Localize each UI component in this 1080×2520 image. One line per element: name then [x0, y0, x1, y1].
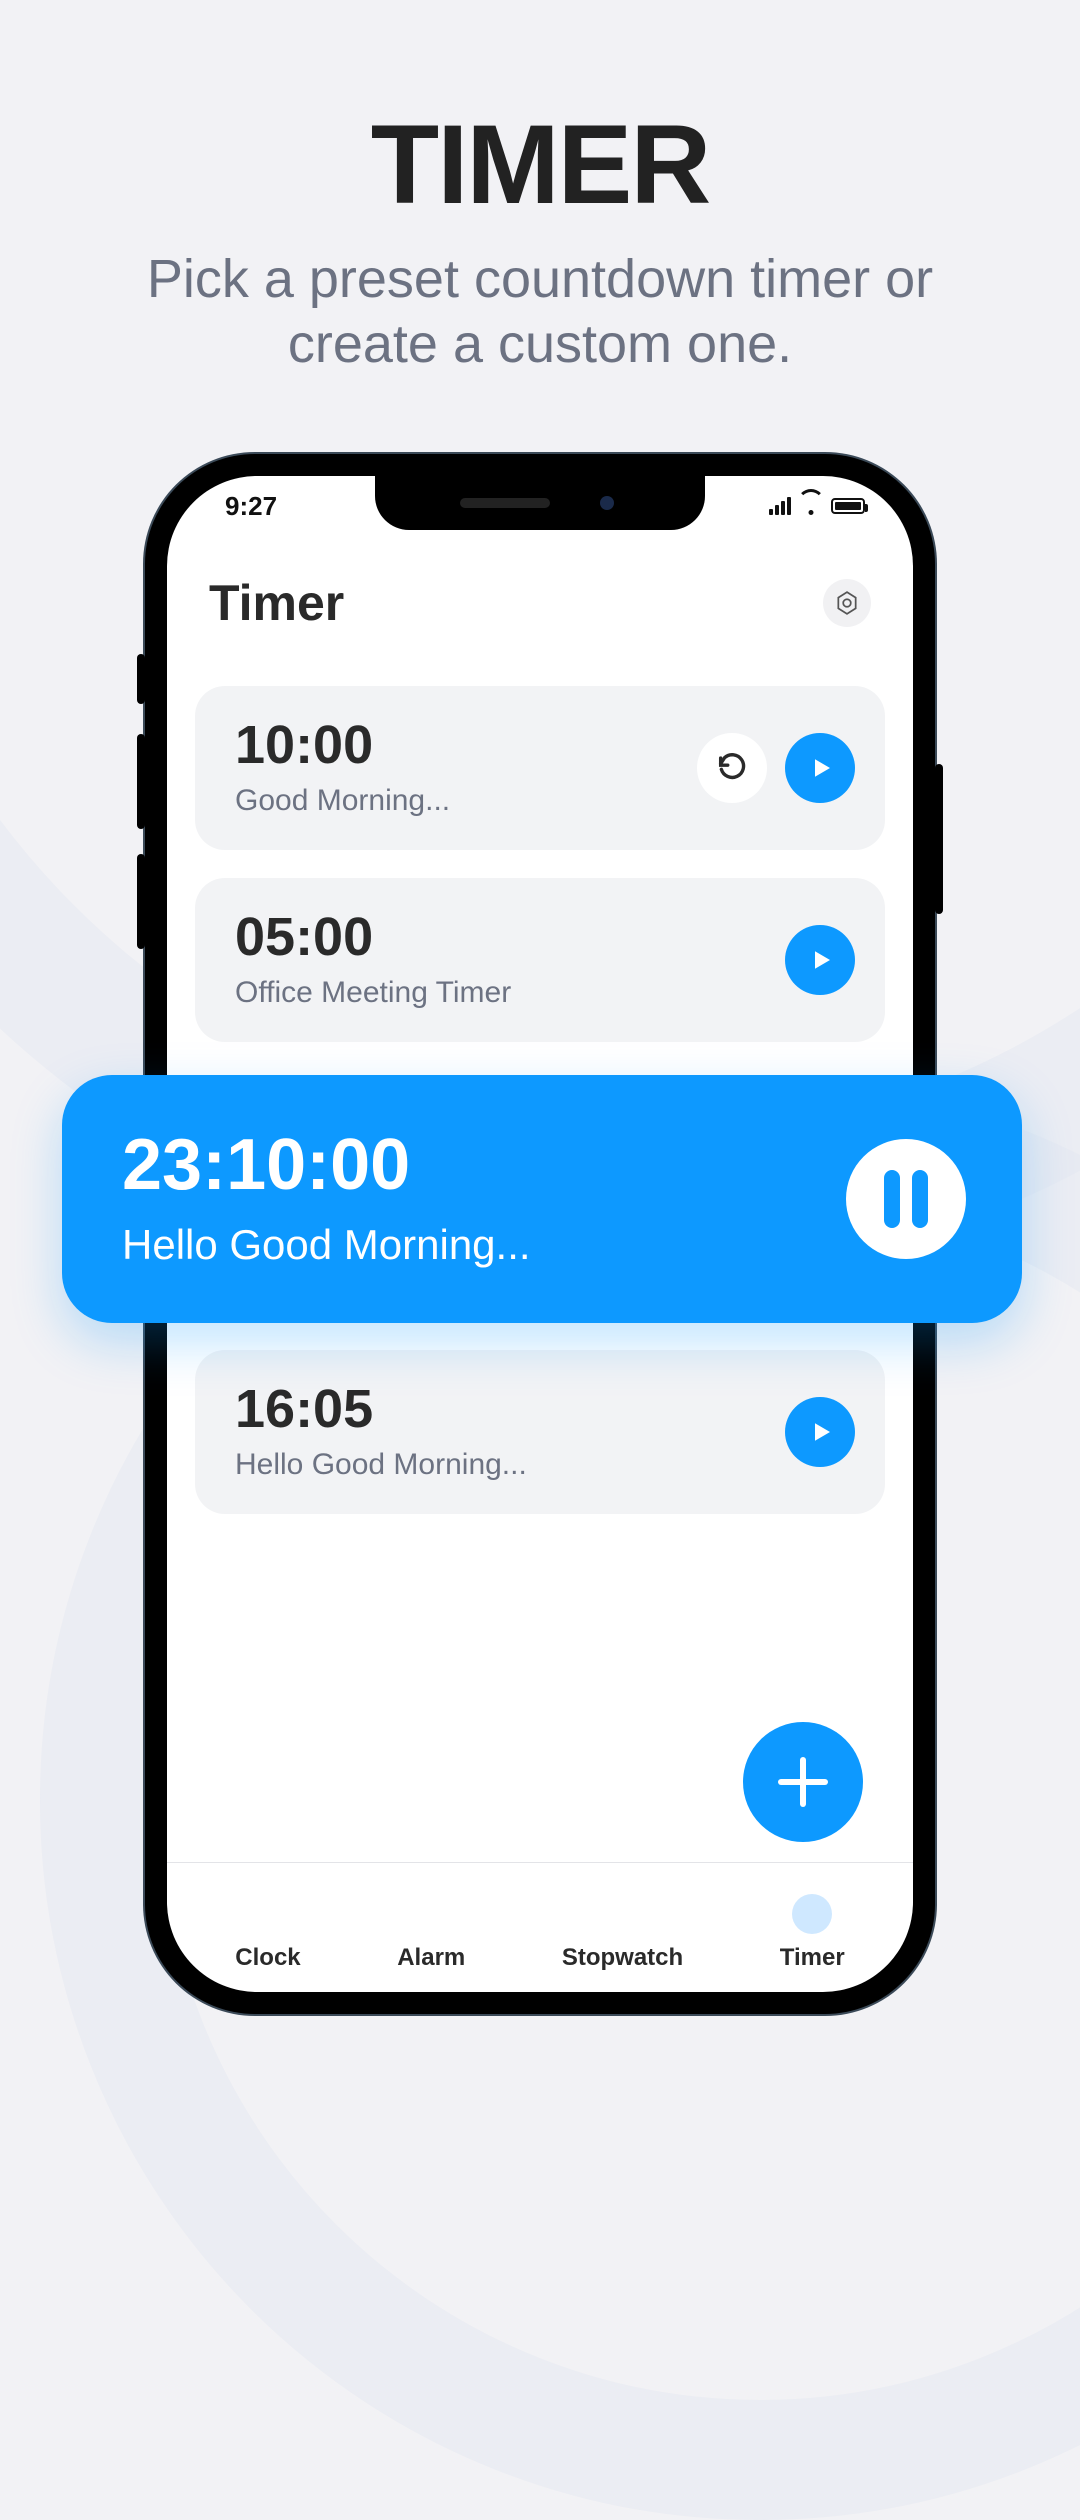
- timer-card[interactable]: 05:00 Office Meeting Timer: [195, 878, 885, 1042]
- phone-side-button: [137, 654, 145, 704]
- wifi-icon: [799, 497, 823, 515]
- play-icon: [805, 945, 835, 975]
- timer-time: 10:00: [235, 718, 697, 772]
- play-button[interactable]: [785, 1397, 855, 1467]
- pause-button[interactable]: [846, 1139, 966, 1259]
- timer-label: Good Morning...: [235, 784, 697, 818]
- phone-side-button: [935, 764, 943, 914]
- phone-notch: [375, 476, 705, 530]
- tab-label: Stopwatch: [562, 1944, 683, 1972]
- page-title: Timer: [209, 574, 344, 632]
- play-button[interactable]: [785, 733, 855, 803]
- timer-card[interactable]: 16:05 Hello Good Morning...: [195, 1350, 885, 1514]
- play-button[interactable]: [785, 925, 855, 995]
- timer-card[interactable]: 10:00 Good Morning...: [195, 686, 885, 850]
- tab-label: Timer: [780, 1944, 845, 1972]
- active-timer-card[interactable]: 23:10:00 Hello Good Morning...: [62, 1075, 1022, 1323]
- pause-icon: [884, 1170, 900, 1228]
- promo-title: TIMER: [0, 0, 1080, 229]
- add-timer-button[interactable]: [743, 1722, 863, 1842]
- reset-icon: [715, 751, 749, 785]
- tab-timer[interactable]: Timer: [766, 1888, 859, 1978]
- phone-side-button: [137, 734, 145, 829]
- timer-label: Office Meeting Timer: [235, 976, 785, 1010]
- signal-icon: [769, 497, 791, 515]
- pause-icon: [912, 1170, 928, 1228]
- status-time: 9:27: [225, 491, 277, 522]
- phone-side-button: [137, 854, 145, 949]
- active-timer-time: 23:10:00: [122, 1129, 846, 1201]
- settings-button[interactable]: [823, 579, 871, 627]
- reset-button[interactable]: [697, 733, 767, 803]
- tab-stopwatch[interactable]: Stopwatch: [548, 1888, 697, 1978]
- timer-label: Hello Good Morning...: [235, 1448, 785, 1482]
- active-timer-label: Hello Good Morning...: [122, 1221, 846, 1269]
- tab-alarm[interactable]: Alarm: [383, 1888, 479, 1978]
- tab-clock[interactable]: Clock: [221, 1888, 314, 1978]
- play-icon: [805, 1417, 835, 1447]
- plus-icon: [743, 1722, 863, 1842]
- battery-icon: [831, 498, 865, 514]
- tab-bar: Clock Alarm: [167, 1862, 913, 1992]
- settings-icon: [834, 590, 860, 616]
- timer-time: 05:00: [235, 910, 785, 964]
- play-icon: [805, 753, 835, 783]
- timer-time: 16:05: [235, 1382, 785, 1436]
- promo-subtitle: Pick a preset countdown timer or create …: [0, 229, 1080, 377]
- tab-label: Alarm: [397, 1944, 465, 1972]
- tab-label: Clock: [235, 1944, 300, 1972]
